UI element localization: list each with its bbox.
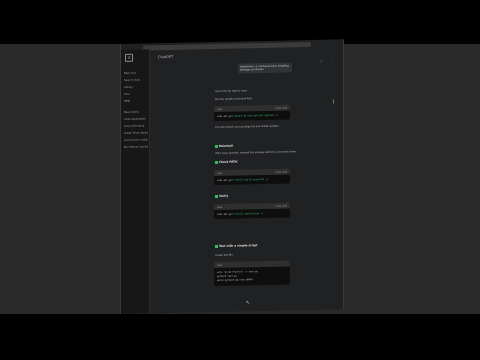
step-label: Run the update command first: (215, 97, 253, 102)
sidebar: ≡ New chat Search chats Library Sora GPT… (121, 49, 150, 314)
letterbox-top (0, 0, 480, 44)
browser-window: ≡ New chat Search chats Library Sora GPT… (120, 39, 344, 315)
code-lang: bash (217, 263, 223, 267)
sidebar-list: New chat Search chats Library Sora GPTs … (124, 69, 148, 151)
page-title[interactable]: ChatGPT (158, 55, 173, 59)
code-line-highlight: update && sudo apt-get upgrade -y (234, 113, 278, 118)
mouse-cursor-icon: ↖ (246, 300, 251, 306)
code-lang: bash (217, 107, 223, 111)
section-heading: Test with a simple script (215, 243, 257, 248)
copy-code-button[interactable]: Copy code (275, 106, 287, 109)
copy-code-button[interactable]: Copy code (275, 170, 287, 173)
user-message: bash/bin/sh: 1: not found when installin… (238, 62, 292, 74)
section-heading: Verify (215, 194, 228, 198)
section-heading: Check PATH (215, 160, 237, 164)
share-icon[interactable]: ⤴ (319, 60, 322, 64)
copy-code-button[interactable]: Copy code (275, 204, 287, 207)
section-mark-icon (215, 144, 218, 148)
code-line-highlight: install python3-pip -y (234, 212, 264, 216)
note-text: This will refresh your package list and … (215, 124, 280, 130)
letterbox-bottom (0, 314, 480, 360)
code-block: bash Copy code sudo apt-get update && su… (214, 104, 290, 122)
chat-main: ChatGPT ⤴ ⋮ bash/bin/sh: 1: not found whe… (150, 45, 343, 313)
code-block: bash echo 'print("hello")' > test.py pyt… (214, 260, 290, 287)
section-mark-icon (215, 160, 218, 164)
code-line: sudo apt-get (217, 212, 235, 216)
scrollbar[interactable] (333, 99, 334, 104)
section-text: If the issue persists, reinstall the pac… (215, 150, 297, 156)
sidebar-item[interactable]: Run Python tutorial (124, 143, 148, 151)
code-line: which python3 && echo $PATH (217, 278, 253, 282)
section-heading: Reinstall (215, 144, 233, 148)
code-line: sudo apt-get (217, 178, 235, 182)
code-lang: bash (217, 205, 223, 209)
code-block: bash Copy code sudo apt-get install buil… (214, 168, 290, 186)
code-lang: bash (217, 171, 223, 175)
section-mark-icon (215, 194, 218, 198)
sidebar-toggle-icon[interactable]: ≡ (125, 53, 133, 62)
section-text: Create test file: (215, 253, 234, 258)
more-icon[interactable]: ⋮ (330, 60, 333, 64)
header-icons: ⤴ ⋮ (311, 60, 333, 64)
code-line: sudo apt-get (217, 114, 235, 118)
code-line-highlight: install build-essential -y (234, 177, 269, 182)
assistant-intro: Here's the fix step by step: (215, 89, 248, 94)
section-mark-icon (215, 244, 218, 248)
code-block: bash Copy code sudo apt-get install pyth… (214, 202, 290, 220)
